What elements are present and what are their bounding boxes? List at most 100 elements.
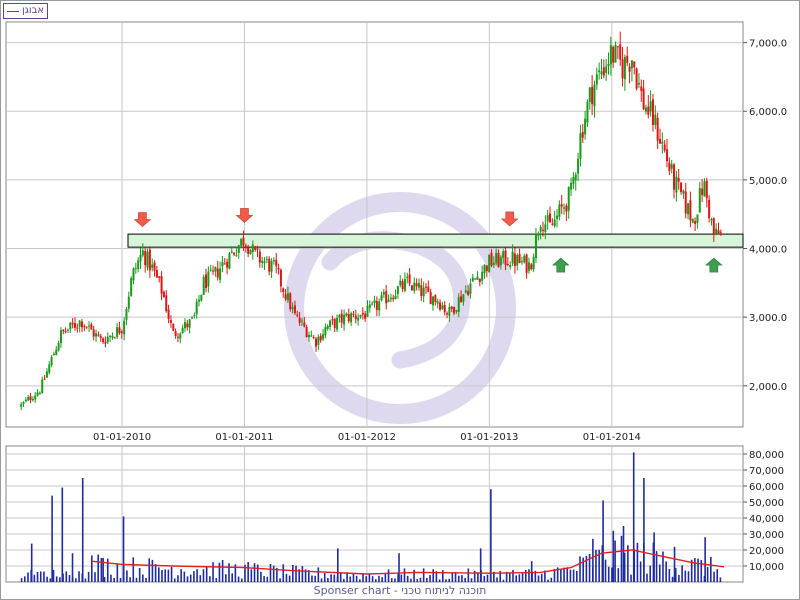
- candle-body: [633, 61, 636, 68]
- candle-body: [160, 276, 163, 294]
- candle-body: [347, 314, 350, 322]
- candle-body: [712, 218, 715, 234]
- candle-body: [656, 117, 659, 141]
- candle-body: [474, 278, 477, 280]
- candle-body: [710, 218, 713, 221]
- y-tick-label: 5,000.0: [749, 176, 787, 187]
- candle-body: [460, 296, 463, 303]
- support-band: [127, 233, 744, 248]
- candle-body: [305, 326, 308, 337]
- candle-body: [141, 250, 144, 256]
- candle-body: [235, 255, 238, 257]
- candle-body: [368, 304, 371, 308]
- candle-body: [357, 317, 360, 321]
- candle-body: [188, 319, 191, 328]
- candlestick: [202, 274, 205, 295]
- candle-body: [223, 263, 226, 265]
- candle-body: [476, 276, 479, 280]
- candle-body: [530, 264, 533, 270]
- candle-body: [216, 268, 219, 278]
- candle-body: [151, 264, 154, 268]
- candle-body: [443, 305, 446, 313]
- candle-body: [534, 233, 537, 259]
- candle-body: [336, 317, 339, 330]
- candle-body: [20, 404, 23, 407]
- candle-body: [221, 262, 224, 267]
- candle-body: [488, 254, 491, 273]
- candle-body: [230, 251, 233, 253]
- candle-body: [92, 329, 95, 337]
- footer-caption: Sponser chart - תוכנה לניתוח טכני: [313, 584, 487, 597]
- candle-body: [158, 276, 161, 278]
- candle-body: [539, 226, 542, 232]
- chart-canvas: 01-01-2010 01-01-2011 01-01-2012 01-01-2013…: [5, 21, 787, 583]
- candle-body: [200, 294, 203, 301]
- candle-body: [371, 303, 374, 305]
- candle-body: [525, 254, 528, 273]
- candle-body: [172, 323, 175, 331]
- candle-body: [518, 253, 521, 264]
- candle-body: [441, 305, 444, 309]
- candle-body: [429, 292, 432, 305]
- candle-body: [123, 320, 126, 335]
- candle-body: [499, 257, 502, 266]
- x-tick-label: 01-01-2012: [338, 432, 396, 443]
- candle-body: [570, 182, 573, 190]
- y-tick-label: 2,000.0: [749, 382, 787, 393]
- candle-body: [237, 245, 240, 253]
- candle-body: [111, 335, 114, 338]
- candle-body: [513, 253, 516, 267]
- candle-body: [174, 331, 177, 337]
- candle-body: [485, 265, 488, 272]
- candlestick: [488, 254, 491, 273]
- legend[interactable]: אבוגן: [3, 3, 49, 19]
- candle-body: [125, 308, 128, 320]
- candle-body: [146, 251, 149, 268]
- candle-body: [265, 258, 268, 260]
- candle-body: [102, 338, 105, 343]
- candle-body: [66, 329, 69, 331]
- candle-body: [207, 271, 210, 287]
- candle-body: [471, 277, 474, 282]
- candle-body: [630, 60, 633, 69]
- candle-body: [43, 378, 46, 380]
- candle-body: [319, 335, 322, 341]
- candle-body: [424, 286, 427, 288]
- candle-body: [708, 199, 711, 219]
- candle-body: [666, 149, 669, 162]
- candle-body: [310, 335, 313, 337]
- candle-body: [689, 200, 692, 221]
- candle-body: [640, 86, 643, 91]
- candle-body: [41, 379, 44, 393]
- candle-body: [354, 315, 357, 319]
- candle-body: [628, 66, 631, 72]
- candle-body: [577, 158, 580, 174]
- candle-body: [579, 133, 582, 159]
- candle-body: [62, 329, 65, 332]
- candlestick: [249, 249, 252, 255]
- candle-body: [244, 245, 247, 247]
- candle-body: [396, 286, 399, 295]
- candle-body: [389, 297, 392, 300]
- candle-body: [469, 283, 472, 294]
- candle-body: [382, 291, 385, 295]
- y-tick-label: 7,000.0: [749, 39, 787, 50]
- candle-body: [464, 290, 467, 293]
- candle-body: [532, 256, 535, 270]
- candle-body: [654, 114, 657, 125]
- candle-body: [572, 176, 575, 184]
- candle-body: [481, 271, 484, 281]
- candle-body: [621, 59, 624, 79]
- candle-body: [277, 267, 280, 270]
- candle-body: [394, 295, 397, 300]
- candle-body: [502, 251, 505, 258]
- candle-body: [417, 282, 420, 288]
- price-panel: [5, 21, 744, 428]
- candle-body: [364, 313, 367, 319]
- candle-body: [326, 325, 329, 329]
- candle-body: [303, 322, 306, 327]
- candle-body: [176, 336, 179, 338]
- candle-body: [422, 287, 425, 297]
- candle-body: [361, 312, 364, 315]
- candle-body: [95, 333, 98, 337]
